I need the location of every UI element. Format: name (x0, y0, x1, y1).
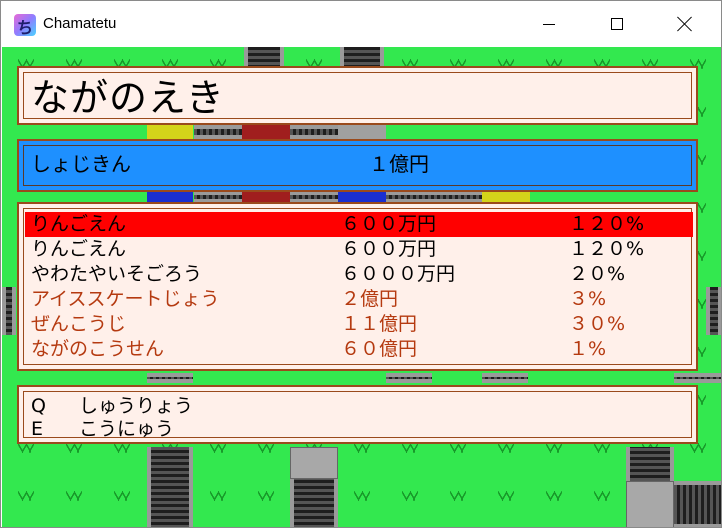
property-row[interactable]: やわたやいそごろう ６０００万円 ２０% (25, 262, 693, 287)
money-label: しょじきん (31, 152, 131, 176)
money-value: １億円 (369, 152, 429, 176)
app-icon (14, 14, 36, 38)
property-price: １１億円 (341, 313, 418, 335)
property-rate: １% (569, 338, 607, 360)
station-name: ながのえき (31, 76, 225, 120)
property-rate: ３０% (569, 313, 626, 335)
property-price: ６００万円 (341, 238, 437, 260)
rail-track (626, 447, 674, 481)
rail-track (147, 373, 193, 383)
grass-tuft (498, 443, 514, 453)
grass-tuft (18, 491, 34, 501)
property-name: ぜんこうじ (31, 313, 127, 335)
minimize-button[interactable] (526, 1, 572, 47)
command-buy[interactable]: E こうにゅう (31, 417, 174, 441)
close-icon (677, 16, 693, 32)
grass-tuft (114, 491, 130, 501)
command-panel: Q しゅうりょう E こうにゅう (17, 385, 698, 444)
grass-tuft (258, 491, 274, 501)
property-row[interactable]: ぜんこうじ １１億円 ３０% (25, 312, 693, 337)
grass-tuft (546, 491, 562, 501)
grass-tuft (402, 491, 418, 501)
game-board: ながのえき しょじきん １億円 りんごえん ６００万円 １２０% りんごえん ６００万円… (2, 47, 721, 527)
grass-tuft (546, 443, 562, 453)
map-tile (242, 125, 290, 139)
grass-tuft (114, 443, 130, 453)
maximize-icon (611, 18, 623, 30)
close-button[interactable] (662, 1, 708, 47)
property-list-panel: りんごえん ６００万円 １２０% りんごえん ６００万円 １２０% やわたやいそごろう ６００… (17, 202, 698, 371)
grass-tuft (18, 443, 34, 453)
rail-track (674, 373, 721, 383)
rail-track (147, 447, 193, 527)
property-name: りんごえん (31, 213, 127, 235)
minimize-icon (543, 23, 555, 25)
command-label: しゅうりょう (79, 395, 194, 417)
property-row[interactable]: ながのこうせん ６０億円 １% (25, 337, 693, 362)
property-rate: １２０% (569, 213, 645, 235)
property-rate: ３% (569, 288, 607, 310)
property-price: ６００万円 (341, 213, 437, 235)
rail-track (482, 373, 528, 383)
rail-track (674, 481, 721, 527)
rail-track (386, 373, 432, 383)
grass-tuft (210, 443, 226, 453)
station-panel: ながのえき (17, 66, 698, 125)
command-quit[interactable]: Q しゅうりょう (31, 394, 193, 418)
window-title: Chamatetu (43, 15, 117, 32)
property-name: りんごえん (31, 238, 127, 260)
grass-tuft (498, 491, 514, 501)
grass-tuft (594, 491, 610, 501)
grass-tuft (66, 443, 82, 453)
grass-tuft (594, 443, 610, 453)
grass-tuft (66, 491, 82, 501)
property-price: ６０億円 (341, 338, 418, 360)
property-rate: ２０% (569, 263, 626, 285)
grass-tuft (450, 491, 466, 501)
property-price: ２億円 (341, 288, 399, 310)
grass-tuft (690, 443, 706, 453)
rail-track (706, 287, 721, 335)
property-row[interactable]: りんごえん ６００万円 １２０% (25, 212, 693, 237)
map-tile (338, 125, 386, 139)
rail-track (290, 479, 338, 527)
property-name: やわたやいそごろう (31, 263, 203, 285)
grass-tuft (258, 443, 274, 453)
rail-track (2, 287, 16, 335)
command-label: こうにゅう (79, 418, 175, 440)
money-panel: しょじきん １億円 (17, 139, 698, 192)
property-price: ６０００万円 (341, 263, 456, 285)
property-row[interactable]: アイススケートじょう ２億円 ３% (25, 287, 693, 312)
maximize-button[interactable] (594, 1, 640, 47)
command-key: Q (31, 395, 46, 417)
rail-track (194, 125, 242, 139)
app-window: Chamatetu (0, 0, 722, 528)
grass-tuft (210, 491, 226, 501)
map-tile (290, 447, 338, 479)
grass-tuft (402, 443, 418, 453)
property-row[interactable]: りんごえん ６００万円 １２０% (25, 237, 693, 262)
property-name: ながのこうせん (31, 338, 165, 360)
grass-tuft (354, 491, 370, 501)
property-rate: １２０% (569, 238, 645, 260)
grass-tuft (450, 443, 466, 453)
map-tile (147, 125, 193, 139)
grass-tuft (354, 443, 370, 453)
title-bar[interactable]: Chamatetu (1, 1, 721, 47)
map-tile (626, 481, 674, 527)
property-name: アイススケートじょう (31, 288, 220, 310)
command-key: E (31, 418, 44, 440)
rail-track (290, 125, 338, 139)
